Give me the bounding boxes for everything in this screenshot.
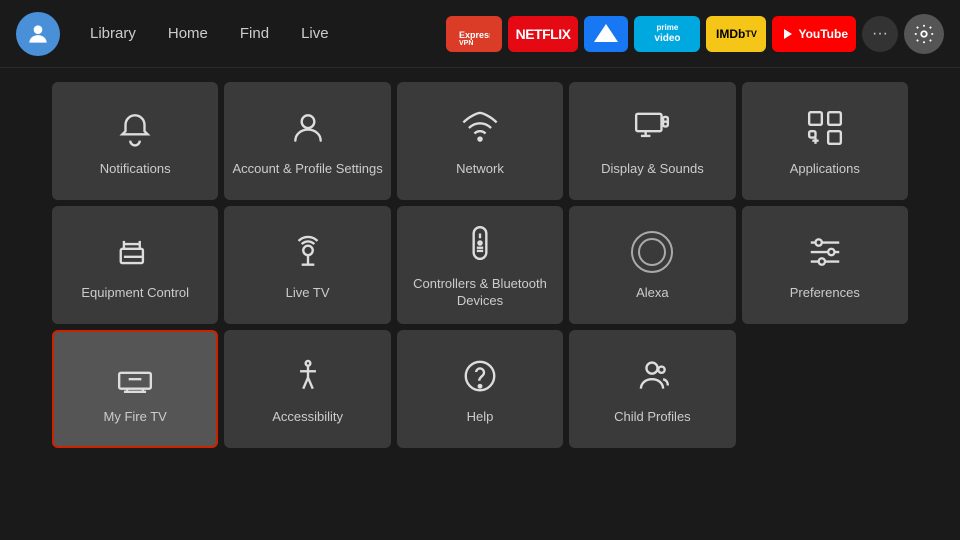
monitor-speaker-icon — [633, 105, 671, 151]
tv-remote-icon — [116, 229, 154, 275]
help-label: Help — [467, 409, 494, 426]
equipment-control-label: Equipment Control — [81, 285, 189, 302]
nav-home[interactable]: Home — [154, 19, 222, 48]
settings-main: Notifications Account & Profile Settings… — [0, 68, 960, 458]
app-expressvpn[interactable]: Express VPN — [446, 16, 502, 52]
app-youtube[interactable]: YouTube — [772, 16, 856, 52]
bell-icon — [116, 105, 154, 151]
app-netflix[interactable]: NETFLIX — [508, 16, 579, 52]
cell-controllers-bluetooth[interactable]: Controllers & Bluetooth Devices — [397, 206, 563, 324]
cell-alexa[interactable]: Alexa — [569, 206, 735, 324]
firetv-icon — [116, 353, 154, 399]
preferences-label: Preferences — [790, 285, 860, 302]
nav-library[interactable]: Library — [76, 19, 150, 48]
child-icon — [633, 353, 671, 399]
network-label: Network — [456, 161, 504, 178]
child-profiles-label: Child Profiles — [614, 409, 691, 426]
cell-applications[interactable]: Applications — [742, 82, 908, 200]
accessibility-label: Accessibility — [272, 409, 343, 426]
cell-accessibility[interactable]: Accessibility — [224, 330, 390, 448]
app-shortcuts: Express VPN NETFLIX prime video IMDbTV Y… — [446, 14, 944, 54]
nav-links: Library Home Find Live — [76, 19, 343, 48]
cell-display-sounds[interactable]: Display & Sounds — [569, 82, 735, 200]
remote-icon — [461, 220, 499, 266]
settings-grid: Notifications Account & Profile Settings… — [52, 82, 908, 448]
cell-notifications[interactable]: Notifications — [52, 82, 218, 200]
app-primevideo[interactable]: prime video — [634, 16, 700, 52]
app-fbprime[interactable] — [584, 16, 628, 52]
more-apps-button[interactable]: ··· — [862, 16, 898, 52]
apps-icon — [806, 105, 844, 151]
help-icon — [461, 353, 499, 399]
cell-child-profiles[interactable]: Child Profiles — [569, 330, 735, 448]
top-navigation: Library Home Find Live Express VPN NETFL… — [0, 0, 960, 68]
cell-account-profile[interactable]: Account & Profile Settings — [224, 82, 390, 200]
alexa-label: Alexa — [636, 285, 669, 302]
notifications-label: Notifications — [100, 161, 171, 178]
live-tv-label: Live TV — [286, 285, 330, 302]
accessibility-icon — [289, 353, 327, 399]
nav-find[interactable]: Find — [226, 19, 283, 48]
cell-equipment-control[interactable]: Equipment Control — [52, 206, 218, 324]
sliders-icon — [806, 229, 844, 275]
svg-text:VPN: VPN — [459, 40, 473, 45]
antenna-icon — [289, 229, 327, 275]
cell-network[interactable]: Network — [397, 82, 563, 200]
cell-live-tv[interactable]: Live TV — [224, 206, 390, 324]
account-profile-label: Account & Profile Settings — [232, 161, 382, 178]
app-imdb[interactable]: IMDbTV — [706, 16, 766, 52]
person-icon — [289, 105, 327, 151]
user-avatar[interactable] — [16, 12, 60, 56]
settings-button[interactable] — [904, 14, 944, 54]
applications-label: Applications — [790, 161, 860, 178]
alexa-icon — [631, 229, 673, 275]
cell-my-fire-tv[interactable]: My Fire TV — [52, 330, 218, 448]
cell-help[interactable]: Help — [397, 330, 563, 448]
wifi-icon — [461, 105, 499, 151]
cell-preferences[interactable]: Preferences — [742, 206, 908, 324]
svg-text:Express: Express — [459, 30, 490, 40]
controllers-bluetooth-label: Controllers & Bluetooth Devices — [405, 276, 555, 310]
display-sounds-label: Display & Sounds — [601, 161, 704, 178]
nav-live[interactable]: Live — [287, 19, 343, 48]
my-fire-tv-label: My Fire TV — [104, 409, 167, 426]
